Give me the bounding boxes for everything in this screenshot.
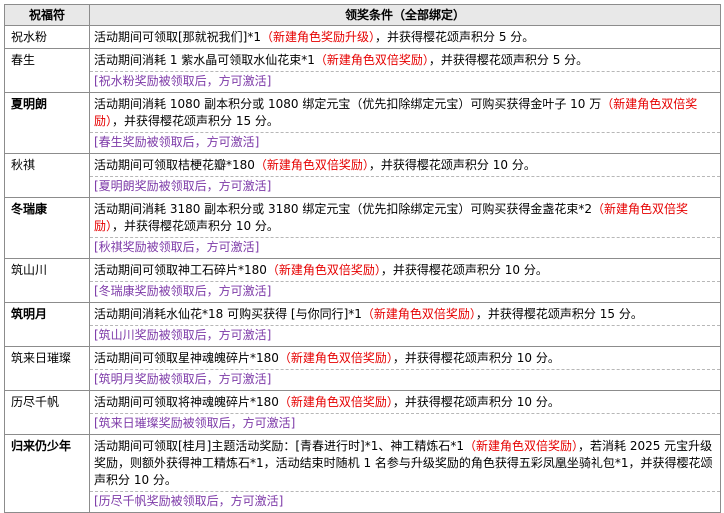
condition-text-main: 活动期间可领取[那就祝我们]*1	[94, 30, 261, 44]
reward-condition: 活动期间可领取将神魂魄碎片*180（新建角色双倍奖励），并获得樱花颂声积分 10…	[89, 390, 721, 435]
reward-condition: 活动期间可领取[桂月]主题活动奖励：[青春进行时]*1、神工精炼石*1（新建角色…	[89, 434, 721, 513]
blessing-name: 筑来日璀璨	[4, 346, 90, 391]
bonus-highlight: （新建角色双倍奖励）	[266, 263, 381, 277]
unlock-note: [冬瑞康奖励被领取后，方可激活]	[90, 281, 720, 300]
reward-condition: 活动期间可领取桔梗花瓣*180（新建角色双倍奖励），并获得樱花颂声积分 10 分…	[89, 153, 721, 198]
table-row: 祝水粉 活动期间可领取[那就祝我们]*1（新建角色奖励升级），并获得樱花颂声积分 …	[4, 25, 721, 49]
blessing-name: 夏明朗	[4, 92, 90, 154]
reward-condition: 活动期间可领取[那就祝我们]*1（新建角色奖励升级），并获得樱花颂声积分 5 分…	[89, 25, 721, 49]
unlock-note: [祝水粉奖励被领取后，方可激活]	[90, 71, 720, 90]
condition-text-main: 活动期间消耗 3180 副本积分或 3180 绑定元宝（优先扣除绑定元宝）可购买…	[94, 202, 592, 216]
condition-text: 活动期间可领取桔梗花瓣*180（新建角色双倍奖励），并获得樱花颂声积分 10 分…	[94, 157, 716, 174]
blessing-name: 筑山川	[4, 258, 90, 303]
condition-text: 活动期间可领取星神魂魄碎片*180（新建角色双倍奖励），并获得樱花颂声积分 10…	[94, 350, 716, 367]
table-row: 筑来日璀璨 活动期间可领取星神魂魄碎片*180（新建角色双倍奖励），并获得樱花颂声…	[4, 346, 721, 391]
table-row: 筑山川 活动期间可领取神工石碎片*180（新建角色双倍奖励），并获得樱花颂声积分 …	[4, 258, 721, 303]
blessing-name: 祝水粉	[4, 25, 90, 49]
blessing-name: 历尽千帆	[4, 390, 90, 435]
bonus-highlight: （新建角色双倍奖励）	[278, 395, 393, 409]
condition-text: 活动期间可领取神工石碎片*180（新建角色双倍奖励），并获得樱花颂声积分 10 …	[94, 262, 716, 279]
condition-text-tail: ，并获得樱花颂声积分 10 分。	[392, 395, 560, 409]
condition-text-main: 活动期间可领取神工石碎片*180	[94, 263, 267, 277]
bonus-highlight: （新建角色双倍奖励）	[278, 351, 393, 365]
condition-text-main: 活动期间可领取星神魂魄碎片*180	[94, 351, 279, 365]
blessing-name: 春生	[4, 48, 90, 93]
table-row: 春生 活动期间消耗 1 紫水晶可领取水仙花束*1（新建角色双倍奖励），并获得樱花颂…	[4, 48, 721, 93]
condition-text-tail: ，并获得樱花颂声积分 10 分。	[112, 219, 279, 233]
condition-text-main: 活动期间可领取[桂月]主题活动奖励：[青春进行时]*1、神工精炼石*1	[94, 439, 464, 453]
blessing-name: 秋祺	[4, 153, 90, 198]
condition-text-tail: ，并获得樱花颂声积分 10 分。	[368, 158, 536, 172]
bonus-highlight: （新建角色双倍奖励）	[254, 158, 369, 172]
reward-condition: 活动期间可领取星神魂魄碎片*180（新建角色双倍奖励），并获得樱花颂声积分 10…	[89, 346, 721, 391]
unlock-note: [春生奖励被领取后，方可激活]	[90, 132, 720, 151]
condition-text-tail: ，并获得樱花颂声积分 15 分。	[112, 114, 279, 128]
blessing-name: 归来仍少年	[4, 434, 90, 513]
condition-text-main: 活动期间消耗 1 紫水晶可领取水仙花束*1	[94, 53, 315, 67]
unlock-note: [筑来日璀璨奖励被领取后，方可激活]	[90, 413, 720, 432]
table-row: 筑明月 活动期间消耗水仙花*18 可购买获得 [与你同行]*1（新建角色双倍奖励）…	[4, 302, 721, 347]
bonus-highlight: （新建角色双倍奖励）	[314, 53, 429, 67]
condition-text: 活动期间可领取[那就祝我们]*1（新建角色奖励升级），并获得樱花颂声积分 5 分…	[94, 29, 716, 46]
unlock-note: [秋祺奖励被领取后，方可激活]	[90, 237, 720, 256]
table-header-row: 祝福符 领奖条件（全部绑定）	[4, 4, 721, 26]
condition-text-main: 活动期间可领取桔梗花瓣*180	[94, 158, 255, 172]
condition-text-main: 活动期间消耗 1080 副本积分或 1080 绑定元宝（优先扣除绑定元宝）可购买…	[94, 97, 602, 111]
condition-text-main: 活动期间消耗水仙花*18 可购买获得 [与你同行]*1	[94, 307, 362, 321]
condition-text-main: 活动期间可领取将神魂魄碎片*180	[94, 395, 279, 409]
header-condition: 领奖条件（全部绑定）	[89, 4, 721, 26]
header-blessing: 祝福符	[4, 4, 90, 26]
table-row: 归来仍少年 活动期间可领取[桂月]主题活动奖励：[青春进行时]*1、神工精炼石*1…	[4, 434, 721, 513]
table-row: 历尽千帆 活动期间可领取将神魂魄碎片*180（新建角色双倍奖励），并获得樱花颂声积…	[4, 390, 721, 435]
unlock-note: [历尽千帆奖励被领取后，方可激活]	[90, 491, 720, 510]
reward-condition: 活动期间可领取神工石碎片*180（新建角色双倍奖励），并获得樱花颂声积分 10 …	[89, 258, 721, 303]
reward-condition: 活动期间消耗 1080 副本积分或 1080 绑定元宝（优先扣除绑定元宝）可购买…	[89, 92, 721, 154]
reward-table: 祝福符 领奖条件（全部绑定） 祝水粉 活动期间可领取[那就祝我们]*1（新建角色奖…	[4, 4, 721, 513]
condition-text-tail: ，并获得樱花颂声积分 5 分。	[375, 30, 535, 44]
condition-text-tail: ，并获得樱花颂声积分 10 分。	[392, 351, 560, 365]
unlock-note: [筑山川奖励被领取后，方可激活]	[90, 325, 720, 344]
reward-condition: 活动期间消耗水仙花*18 可购买获得 [与你同行]*1（新建角色双倍奖励），并获…	[89, 302, 721, 347]
condition-text: 活动期间可领取将神魂魄碎片*180（新建角色双倍奖励），并获得樱花颂声积分 10…	[94, 394, 716, 411]
condition-text: 活动期间消耗 1 紫水晶可领取水仙花束*1（新建角色双倍奖励），并获得樱花颂声积…	[94, 52, 716, 69]
condition-text: 活动期间消耗水仙花*18 可购买获得 [与你同行]*1（新建角色双倍奖励），并获…	[94, 306, 716, 323]
condition-text-tail: ，并获得樱花颂声积分 5 分。	[428, 53, 589, 67]
blessing-name: 冬瑞康	[4, 197, 90, 259]
condition-text-tail: ，并获得樱花颂声积分 10 分。	[380, 263, 548, 277]
reward-condition: 活动期间消耗 3180 副本积分或 3180 绑定元宝（优先扣除绑定元宝）可购买…	[89, 197, 721, 259]
unlock-note: [夏明朗奖励被领取后，方可激活]	[90, 176, 720, 195]
table-row: 夏明朗 活动期间消耗 1080 副本积分或 1080 绑定元宝（优先扣除绑定元宝）…	[4, 92, 721, 154]
condition-text: 活动期间可领取[桂月]主题活动奖励：[青春进行时]*1、神工精炼石*1（新建角色…	[94, 438, 716, 489]
table-row: 秋祺 活动期间可领取桔梗花瓣*180（新建角色双倍奖励），并获得樱花颂声积分 10…	[4, 153, 721, 198]
bonus-highlight: （新建角色双倍奖励）	[464, 439, 579, 453]
reward-condition: 活动期间消耗 1 紫水晶可领取水仙花束*1（新建角色双倍奖励），并获得樱花颂声积…	[89, 48, 721, 93]
condition-text: 活动期间消耗 3180 副本积分或 3180 绑定元宝（优先扣除绑定元宝）可购买…	[94, 201, 716, 235]
blessing-name: 筑明月	[4, 302, 90, 347]
bonus-highlight: （新建角色奖励升级）	[261, 30, 376, 44]
bonus-highlight: （新建角色双倍奖励）	[361, 307, 476, 321]
condition-text: 活动期间消耗 1080 副本积分或 1080 绑定元宝（优先扣除绑定元宝）可购买…	[94, 96, 716, 130]
unlock-note: [筑明月奖励被领取后，方可激活]	[90, 369, 720, 388]
table-row: 冬瑞康 活动期间消耗 3180 副本积分或 3180 绑定元宝（优先扣除绑定元宝）…	[4, 197, 721, 259]
condition-text-tail: ，并获得樱花颂声积分 15 分。	[475, 307, 643, 321]
